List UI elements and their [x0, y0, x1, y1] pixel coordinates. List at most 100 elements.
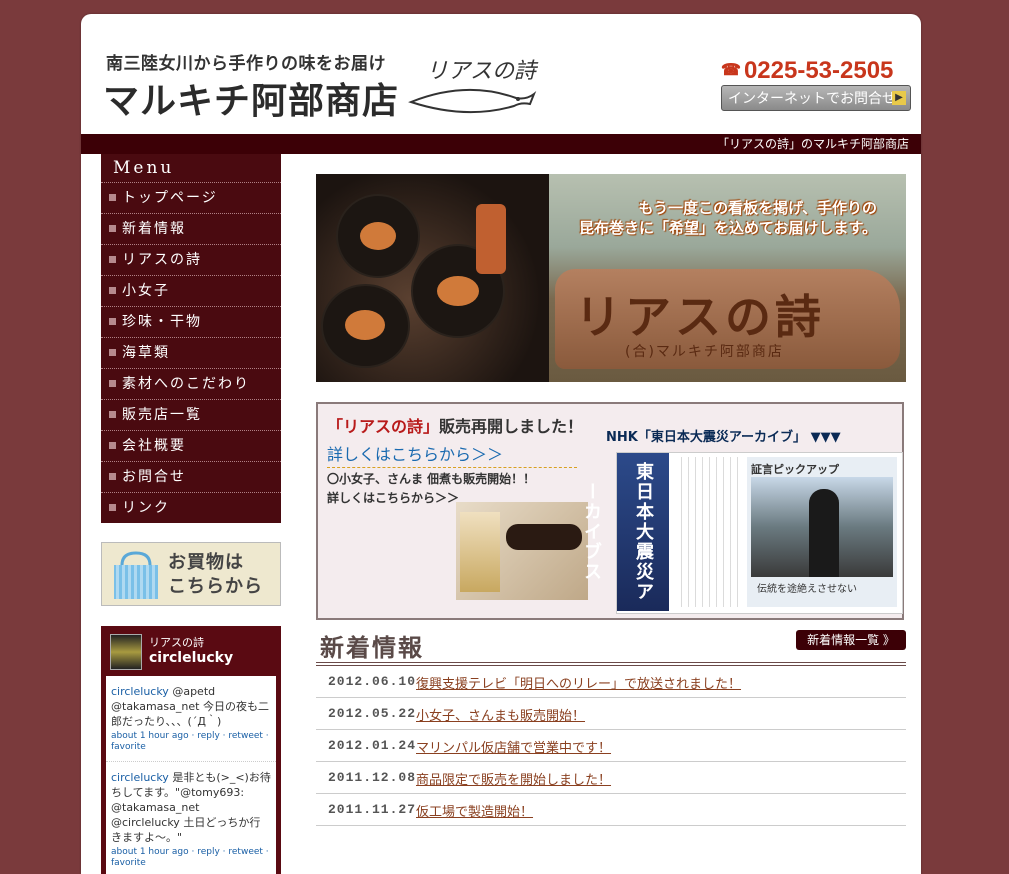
bullet-icon: [109, 318, 116, 325]
bullet-icon: [109, 349, 116, 356]
contact-button-label: インターネットでお問合せ: [728, 91, 896, 107]
tweet-list: circlelucky @apetd @takamasa_net 今日の夜も二郎…: [106, 676, 276, 874]
shop-name-logo[interactable]: マルキチ阿部商店: [103, 72, 399, 124]
list-item: circlelucky @apetd @takamasa_net 今日の夜も二郎…: [106, 676, 276, 762]
sidebar-item-news[interactable]: 新着情報: [101, 213, 281, 244]
nhk-archive-title: NHK「東日本大震災アーカイブ」 ▼▼▼: [606, 430, 841, 445]
bullet-icon: [109, 287, 116, 294]
list-item: 2011.11.27 仮工場で製造開始！: [316, 794, 906, 826]
internet-contact-button[interactable]: インターネットでお問合せ ▶: [721, 85, 911, 111]
sidebar-item-contact[interactable]: お問合せ: [101, 461, 281, 492]
twitter-widget-title: リアスの詩: [149, 636, 204, 649]
header-bar-text: 「リアスの詩」のマルキチ阿部商店: [716, 137, 909, 151]
tweet-time-link[interactable]: about 1 hour ago: [111, 847, 189, 857]
news-link[interactable]: 復興支援テレビ「明日へのリレー」で放送されました！: [416, 673, 741, 692]
sidebar-item-konago[interactable]: 小女子: [101, 275, 281, 306]
shopping-banner-line1: お買物は: [168, 552, 244, 573]
news-link[interactable]: 仮工場で製造開始！: [416, 801, 533, 820]
news-date: 2012.05.22: [328, 706, 417, 721]
interviewee-image: [809, 489, 839, 577]
tweet-meta: about 1 hour ago · reply · retweet · fav…: [111, 731, 271, 753]
twitter-username[interactable]: circlelucky: [149, 650, 233, 666]
avatar[interactable]: [110, 634, 142, 670]
bullet-icon: [109, 504, 116, 511]
sidebar-item-label: リアスの詩: [122, 252, 202, 268]
shopping-banner-text: お買物は こちらから: [168, 551, 263, 599]
sidebar-item-label: お問合せ: [122, 469, 186, 485]
announcement-box: 「リアスの詩」販売再開しました！ 詳しくはこちらから＞＞ 〇小女子、さんま 佃煮…: [316, 402, 904, 620]
header-tagline: 南三陸女川から手作りの味をお届け: [106, 54, 386, 74]
twitter-widget: リアスの詩 circlelucky circlelucky @apetd @ta…: [101, 626, 281, 874]
tweet-author-link[interactable]: circlelucky: [111, 685, 169, 698]
list-item: circlelucky 是非とも(>_<)お待ちしてます。"@tomy693: …: [106, 762, 276, 874]
hero-banner: リアスの詩 (合)マルキチ阿部商店 もう一度この看板を掲げ、手作りの 昆布巻きに…: [316, 174, 906, 382]
sidebar-item-ingredients[interactable]: 素材へのこだわり: [101, 368, 281, 399]
bullet-icon: [109, 194, 116, 201]
news-date: 2011.11.27: [328, 802, 417, 817]
phone-number-text: 0225-53-2505: [743, 57, 894, 84]
sign-text: リアスの詩: [575, 290, 825, 344]
bullet-icon: [109, 411, 116, 418]
list-item: 2012.06.10 復興支援テレビ「明日へのリレー」で放送されました！: [316, 666, 906, 698]
bullet-icon: [109, 473, 116, 480]
nhk-video-caption: 伝統を途絶えさせない: [757, 584, 857, 595]
tweet-author-link[interactable]: circlelucky: [111, 771, 169, 784]
sidebar-item-label: トップページ: [122, 190, 218, 206]
details-link[interactable]: 詳しくはこちらから＞＞: [327, 441, 577, 468]
konbu-roll-image: [321, 284, 410, 368]
news-list-button[interactable]: 新着情報一覧 》: [796, 630, 906, 650]
sidebar-item-label: 海草類: [122, 345, 170, 361]
bullet-icon: [109, 380, 116, 387]
bullet-icon: [109, 225, 116, 232]
menu-heading: Menu: [113, 158, 175, 178]
announcement-subline: 〇小女子、さんま 佃煮も販売開始！！: [327, 472, 536, 486]
telephone-icon: ☎: [721, 62, 741, 79]
sidebar-item-links[interactable]: リンク: [101, 492, 281, 523]
news-link[interactable]: マリンパル仮店舗で営業中です！: [416, 737, 611, 756]
bullet-icon: [109, 256, 116, 263]
news-date: 2012.06.10: [328, 674, 417, 689]
shop-sign-photo: リアスの詩 (合)マルキチ阿部商店 もう一度この看板を掲げ、手作りの 昆布巻きに…: [549, 174, 906, 382]
nhk-video-thumbnail: [751, 477, 893, 577]
news-heading: 新着情報: [320, 633, 424, 662]
header-bar: 「リアスの詩」のマルキチ阿部商店: [81, 134, 921, 154]
shopping-banner[interactable]: お買物は こちらから: [101, 542, 281, 606]
product-package-image: [460, 512, 500, 592]
list-item: 2012.01.24 マリンパル仮店舗で営業中です！: [316, 730, 906, 762]
news-link[interactable]: 商品限定で販売を開始しました！: [416, 769, 611, 788]
twitter-header: リアスの詩 circlelucky: [101, 626, 281, 676]
details-link-2[interactable]: 詳しくはこちらから＞＞: [327, 489, 459, 506]
tweet-meta: about 1 hour ago · reply · retweet · fav…: [111, 847, 271, 869]
sidebar-item-company[interactable]: 会社概要: [101, 430, 281, 461]
sidebar-item-delicacies[interactable]: 珍味・干物: [101, 306, 281, 337]
nhk-archive-banner[interactable]: 東日本大震災アーカイブス 証言ピックアップ 伝統を途絶えさせない: [581, 452, 903, 614]
news-header: 新着情報 新着情報一覧 》: [316, 626, 906, 666]
tweet-time-link[interactable]: about 1 hour ago: [111, 731, 189, 741]
sidebar-item-label: 小女子: [122, 283, 170, 299]
sidebar-item-stores[interactable]: 販売店一覧: [101, 399, 281, 430]
hero-caption-line1: もう一度この看板を掲げ、手作りの: [638, 199, 878, 217]
konbu-roll-image: [336, 194, 420, 278]
list-item: 2012.05.22 小女子、さんまも販売開始！: [316, 698, 906, 730]
sidebar-item-top-page[interactable]: トップページ: [101, 182, 281, 213]
sidebar-item-riasu-no-uta[interactable]: リアスの詩: [101, 244, 281, 275]
shopping-bag-icon: [114, 551, 158, 599]
sidebar-item-label: 会社概要: [122, 438, 186, 454]
news-link[interactable]: 小女子、さんまも販売開始！: [416, 705, 585, 724]
konbu-roll-photo: [316, 174, 549, 382]
sidebar-item-seaweed[interactable]: 海草類: [101, 337, 281, 368]
sidebar-item-label: 珍味・干物: [122, 314, 202, 330]
sidebar-item-label: 販売店一覧: [122, 407, 202, 423]
nhk-video-panel: 証言ピックアップ 伝統を途絶えさせない: [747, 457, 897, 607]
hero-caption-line2: 昆布巻きに「希望」を込めてお届けします。: [579, 219, 878, 237]
announcement-title-suffix: 販売再開しました！: [439, 417, 584, 436]
arrow-right-icon: ▶: [892, 91, 906, 105]
announcement-title-prefix: 「リアスの詩」: [327, 417, 440, 436]
logo-script-text: リアスの詩: [426, 59, 539, 84]
kanpyo-tie-image: [476, 204, 506, 274]
page-container: 南三陸女川から手作りの味をお届け マルキチ阿部商店 リアスの詩 ☎ 0225-53…: [81, 14, 921, 874]
sidebar-menu: Menu トップページ 新着情報 リアスの詩 小女子 珍味・干物 海草類 素材へ…: [101, 154, 281, 523]
riasu-no-uta-logo: リアスの詩: [408, 59, 539, 114]
nhk-video-title: 証言ピックアップ: [751, 463, 839, 476]
bullet-icon: [109, 442, 116, 449]
